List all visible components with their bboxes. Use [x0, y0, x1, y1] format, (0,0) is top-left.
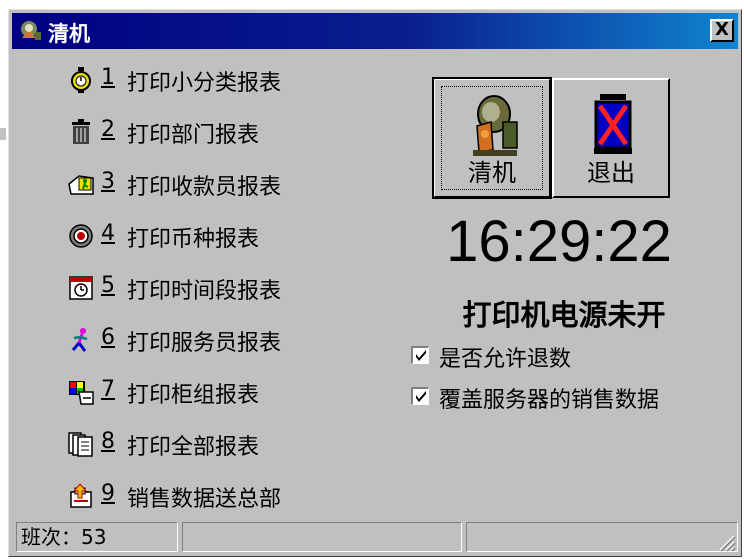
resize-grip-icon[interactable]	[716, 532, 736, 552]
menu-number: 9	[101, 481, 115, 506]
running-person-icon	[71, 328, 88, 352]
window-title: 清机	[48, 22, 90, 46]
checkbox-label: 是否允许退数	[439, 347, 572, 372]
calendar-clock-icon	[69, 276, 93, 300]
exit-door-icon	[594, 94, 632, 154]
checkbox-box[interactable]	[411, 387, 429, 405]
menu-item-cashier-report[interactable]: 3 打印收款员报表	[67, 166, 367, 202]
stopwatch-icon	[71, 67, 91, 93]
menu-number: 2	[101, 117, 115, 142]
clear-button-label: 清机	[468, 159, 516, 187]
menu-item-department-report[interactable]: 2 打印部门报表	[67, 114, 367, 150]
checkbox-label: 覆盖服务器的销售数据	[439, 388, 660, 413]
menu-label: 打印收款员报表	[127, 175, 282, 200]
exit-button[interactable]: 退出	[552, 78, 670, 198]
status-panel-3	[466, 522, 738, 552]
menu-label: 打印时间段报表	[127, 279, 282, 304]
palette-icon	[69, 381, 94, 405]
checkbox-box[interactable]	[411, 346, 429, 364]
exit-button-label: 退出	[587, 159, 635, 187]
status-panel-2	[182, 522, 462, 552]
shift-label: 班次：53	[21, 525, 107, 549]
clock-display: 16:29:22	[446, 209, 672, 274]
left-edge-mark	[0, 128, 6, 140]
menu-label: 打印小分类报表	[127, 71, 282, 96]
menu-number: 6	[101, 325, 115, 350]
shift-panel: 班次：53	[16, 522, 178, 552]
clear-machine-button[interactable]: 清机	[432, 77, 552, 199]
menu-number: 4	[101, 221, 115, 246]
menu-number: 8	[101, 429, 115, 454]
trash-can-icon	[72, 119, 90, 144]
menu-label: 打印全部报表	[127, 435, 260, 460]
menu-label: 打印服务员报表	[127, 331, 282, 356]
close-button[interactable]: X	[710, 19, 734, 42]
menu-item-currency-report[interactable]: 4 打印币种报表	[67, 218, 367, 254]
checkmark-icon	[416, 391, 426, 402]
menu-label: 打印柜组报表	[127, 383, 260, 408]
menu-label: 销售数据送总部	[127, 487, 282, 512]
menu-number: 1	[101, 65, 115, 90]
menu-item-timeslot-report[interactable]: 5 打印时间段报表	[67, 270, 367, 306]
menu-item-send-sales-data[interactable]: 9 销售数据送总部	[67, 478, 367, 514]
menu-label: 打印部门报表	[127, 123, 260, 148]
title-bar[interactable]: 清机 X	[12, 13, 738, 49]
documents-icon	[68, 432, 93, 457]
menu-item-counter-group-report[interactable]: 7 打印柜组报表	[67, 374, 367, 410]
menu-number: 5	[101, 273, 115, 298]
printer-status-message: 打印机电源未开	[462, 298, 666, 332]
checkmark-icon	[416, 350, 426, 361]
app-icon	[21, 21, 41, 40]
upload-data-icon	[70, 483, 92, 508]
menu-label: 打印币种报表	[127, 227, 260, 252]
menu-item-all-reports[interactable]: 8 打印全部报表	[67, 426, 367, 462]
cashier-icon	[68, 175, 94, 195]
menu-item-subcategory-report[interactable]: 1 打印小分类报表	[67, 62, 367, 98]
coin-target-icon	[69, 224, 93, 248]
status-bar: 班次：53	[12, 520, 738, 554]
menu-number: 3	[101, 169, 115, 194]
menu-number: 7	[101, 377, 115, 402]
clear-machine-window: 清机 X 1 打印小分类报表 2 打印部门报表 3 打印收款员报表 4 打印币种…	[8, 9, 742, 557]
sharpener-machine-icon	[473, 95, 518, 156]
close-icon: X	[715, 19, 729, 40]
menu-item-waiter-report[interactable]: 6 打印服务员报表	[67, 322, 367, 358]
